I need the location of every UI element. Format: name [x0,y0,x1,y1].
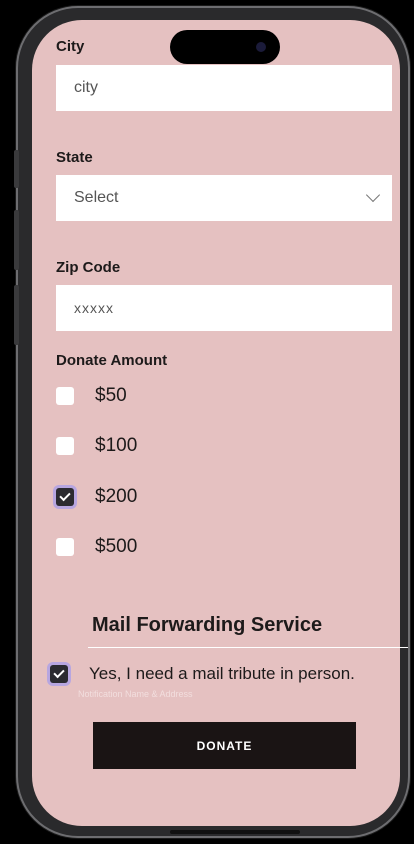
zip-code-label: Zip Code [56,259,121,276]
dynamic-island [170,30,280,64]
amount-checkbox-100[interactable] [56,437,74,455]
zip-code-placeholder: xxxxx [74,300,114,316]
volume-down-button [14,285,19,345]
mail-tribute-option[interactable]: Yes, I need a mail tribute in person. [50,660,355,688]
mail-tribute-label: Yes, I need a mail tribute in person. [89,664,355,683]
city-placeholder: city [74,79,98,96]
amount-option-label: $500 [95,536,138,557]
section-divider [88,647,408,648]
amount-option-50[interactable]: $50 [56,383,127,409]
zip-code-input[interactable]: xxxxx [56,285,392,331]
amount-checkbox-50[interactable] [56,387,74,405]
donate-amount-label: Donate Amount [56,352,168,369]
city-input[interactable]: city [56,65,392,111]
camera-icon [256,42,266,52]
donate-button[interactable]: DONATE [93,722,356,769]
screen [32,20,400,826]
notification-hint: Notification Name & Address [78,689,193,699]
mail-tribute-checkbox[interactable] [50,665,68,683]
mail-forwarding-title: Mail Forwarding Service [92,614,323,636]
amount-checkbox-500[interactable] [56,538,74,556]
state-selected-value: Select [74,189,119,206]
city-label: City [56,38,85,55]
action-button [14,150,19,188]
amount-option-label: $200 [95,486,138,507]
amount-option-label: $100 [95,435,138,456]
home-indicator [170,830,300,834]
amount-checkbox-200[interactable] [56,488,74,506]
amount-option-200[interactable]: $200 [56,484,137,510]
state-select[interactable]: Select [56,175,392,221]
chevron-down-icon [365,187,381,203]
state-label: State [56,149,93,166]
amount-option-100[interactable]: $100 [56,433,137,459]
amount-option-label: $50 [95,385,127,406]
amount-option-500[interactable]: $500 [56,534,137,560]
volume-up-button [14,210,19,270]
